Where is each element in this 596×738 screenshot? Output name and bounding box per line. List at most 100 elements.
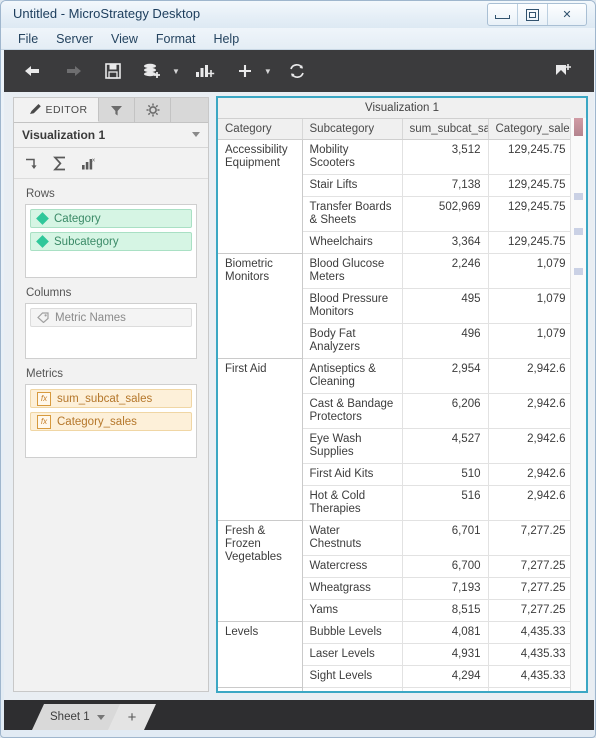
cell-category-sales[interactable]: 1,079 — [488, 253, 574, 289]
cell-category-sales[interactable]: 2,942.6 — [488, 393, 574, 429]
table-row[interactable]: Levels Bubble Levels 4,081 4,435.33 — [218, 621, 574, 688]
cell-category[interactable]: Biometric Monitors — [218, 253, 303, 359]
chip-subcategory[interactable]: Subcategory — [30, 232, 192, 251]
cell-subcategory[interactable]: Wheelchairs — [302, 231, 403, 254]
cell-category-sales[interactable]: 2,942.6 — [488, 358, 574, 394]
cell-category-sales[interactable]: 4,435.33 — [488, 621, 574, 644]
undo-button[interactable] — [16, 56, 50, 86]
cell-sum-subcat-sales[interactable]: 495 — [402, 288, 489, 324]
cell-category-sales[interactable]: 2,942.6 — [488, 463, 574, 486]
cell-category[interactable]: Fresh & Frozen Vegetables — [218, 520, 303, 622]
cell-category-sales[interactable]: 7,277.25 — [488, 555, 574, 578]
cell-sum-subcat-sales[interactable]: 3,512 — [402, 139, 489, 175]
chip-metric-names[interactable]: Metric Names — [30, 308, 192, 327]
cell-category-sales[interactable]: 129,245.75 — [488, 174, 574, 197]
chevron-down-icon[interactable] — [97, 715, 105, 720]
cell-subcategory[interactable]: Hot & Cold Therapies — [302, 485, 403, 521]
chip-category[interactable]: Category — [30, 209, 192, 228]
cell-category[interactable]: Levels — [218, 621, 303, 688]
column-header-category-sales[interactable]: Category_sales — [488, 119, 574, 140]
visualization-selector[interactable]: Visualization 1 — [14, 123, 208, 148]
add-visualization-button[interactable] — [188, 56, 222, 86]
table-row[interactable]: Fresh & Frozen Vegetables Water Chestnuts… — [218, 520, 574, 622]
cell-category-sales[interactable]: 2,942.6 — [488, 485, 574, 521]
cell-sum-subcat-sales[interactable]: 502,969 — [402, 196, 489, 232]
cell-sum-subcat-sales[interactable]: 4,294 — [402, 665, 489, 688]
cell-subcategory[interactable]: First Aid Kits — [302, 463, 403, 486]
cell-subcategory[interactable]: Blood Pressure Monitors — [302, 288, 403, 324]
cell-sum-subcat-sales[interactable]: 510 — [402, 463, 489, 486]
cell-sum-subcat-sales[interactable]: 3,364 — [402, 231, 489, 254]
minimize-button[interactable] — [488, 4, 518, 25]
share-button[interactable] — [546, 56, 580, 86]
menu-item-view[interactable]: View — [102, 31, 147, 47]
cell-subcategory[interactable]: Cast & Bandage Protectors — [302, 393, 403, 429]
cell-sum-subcat-sales[interactable]: 7,337 — [402, 687, 489, 691]
cell-category-sales[interactable]: 4,435.33 — [488, 643, 574, 666]
cell-sum-subcat-sales[interactable]: 6,700 — [402, 555, 489, 578]
column-header-category[interactable]: Category — [218, 119, 303, 140]
rows-dropzone[interactable]: Category Subcategory — [25, 204, 197, 278]
tab-editor[interactable]: EDITOR — [14, 98, 99, 122]
cell-category[interactable]: First Aid — [218, 358, 303, 521]
sort-icon[interactable]: x — [81, 156, 96, 171]
cell-subcategory[interactable]: Eye Wash Supplies — [302, 428, 403, 464]
cell-subcategory[interactable]: Yams — [302, 599, 403, 622]
save-button[interactable] — [96, 56, 130, 86]
column-header-sum-subcat-sales[interactable]: sum_subcat_sa — [402, 119, 489, 140]
cell-sum-subcat-sales[interactable]: 7,193 — [402, 577, 489, 600]
cell-sum-subcat-sales[interactable]: 4,527 — [402, 428, 489, 464]
cell-sum-subcat-sales[interactable]: 496 — [402, 323, 489, 359]
add-button[interactable] — [228, 56, 262, 86]
metrics-dropzone[interactable]: fx sum_subcat_sales fx Category_sales — [25, 384, 197, 458]
cell-subcategory[interactable]: Transfer Boards & Sheets — [302, 196, 403, 232]
cell-category-sales[interactable]: 7,277.25 — [488, 599, 574, 622]
table-row[interactable]: Biometric Monitors Blood Glucose Meters 2,… — [218, 253, 574, 359]
tab-properties[interactable] — [135, 98, 171, 122]
grid-container[interactable]: Category Subcategory sum_subcat_sa Categ… — [218, 119, 586, 691]
cell-subcategory[interactable]: Wheatgrass — [302, 577, 403, 600]
column-header-subcategory[interactable]: Subcategory — [302, 119, 403, 140]
tab-filters[interactable] — [99, 98, 135, 122]
cell-sum-subcat-sales[interactable]: 8,515 — [402, 599, 489, 622]
cell-subcategory[interactable]: Mobility Scooters — [302, 139, 403, 175]
add-data-button[interactable] — [136, 56, 170, 86]
menu-item-help[interactable]: Help — [204, 31, 248, 47]
maximize-button[interactable] — [518, 4, 548, 25]
table-row[interactable]: TestsBlood Typing Test Kits7,3374,726.25 — [218, 687, 574, 691]
cell-category[interactable]: Accessibility Equipment — [218, 139, 303, 254]
cell-sum-subcat-sales[interactable]: 6,206 — [402, 393, 489, 429]
cell-category-sales[interactable]: 1,079 — [488, 288, 574, 324]
refresh-button[interactable] — [280, 56, 314, 86]
menu-item-file[interactable]: File — [9, 31, 47, 47]
cell-sum-subcat-sales[interactable]: 2,246 — [402, 253, 489, 289]
cell-category-sales[interactable]: 129,245.75 — [488, 231, 574, 254]
add-data-caret-icon[interactable]: ▼ — [172, 67, 180, 76]
chip-sum-subcat-sales[interactable]: fx sum_subcat_sales — [30, 389, 192, 408]
menu-item-server[interactable]: Server — [47, 31, 102, 47]
cell-category-sales[interactable]: 4,726.25 — [488, 687, 574, 691]
cell-sum-subcat-sales[interactable]: 7,138 — [402, 174, 489, 197]
chip-category-sales[interactable]: fx Category_sales — [30, 412, 192, 431]
cell-sum-subcat-sales[interactable]: 4,081 — [402, 621, 489, 644]
add-caret-icon[interactable]: ▼ — [264, 67, 272, 76]
table-row[interactable]: First Aid Antiseptics & Cleaning 2,954 2,94… — [218, 358, 574, 521]
sheet-tab-1[interactable]: Sheet 1 — [32, 704, 121, 730]
cell-subcategory[interactable]: Watercress — [302, 555, 403, 578]
cell-subcategory[interactable]: Stair Lifts — [302, 174, 403, 197]
cell-sum-subcat-sales[interactable]: 2,954 — [402, 358, 489, 394]
cell-category-sales[interactable]: 2,942.6 — [488, 428, 574, 464]
cell-category[interactable]: Tests — [218, 687, 303, 691]
cell-sum-subcat-sales[interactable]: 516 — [402, 485, 489, 521]
cell-subcategory[interactable]: Blood Typing Test Kits — [302, 687, 403, 691]
cell-subcategory[interactable]: Blood Glucose Meters — [302, 253, 403, 289]
visualization-panel[interactable]: Visualization 1 Category Subcategory sum… — [216, 96, 588, 693]
cell-category-sales[interactable]: 7,277.25 — [488, 520, 574, 556]
cell-category-sales[interactable]: 129,245.75 — [488, 196, 574, 232]
menu-item-format[interactable]: Format — [147, 31, 205, 47]
cell-subcategory[interactable]: Body Fat Analyzers — [302, 323, 403, 359]
totals-icon[interactable] — [53, 156, 67, 171]
columns-dropzone[interactable]: Metric Names — [25, 303, 197, 359]
cell-category-sales[interactable]: 7,277.25 — [488, 577, 574, 600]
cell-subcategory[interactable]: Antiseptics & Cleaning — [302, 358, 403, 394]
